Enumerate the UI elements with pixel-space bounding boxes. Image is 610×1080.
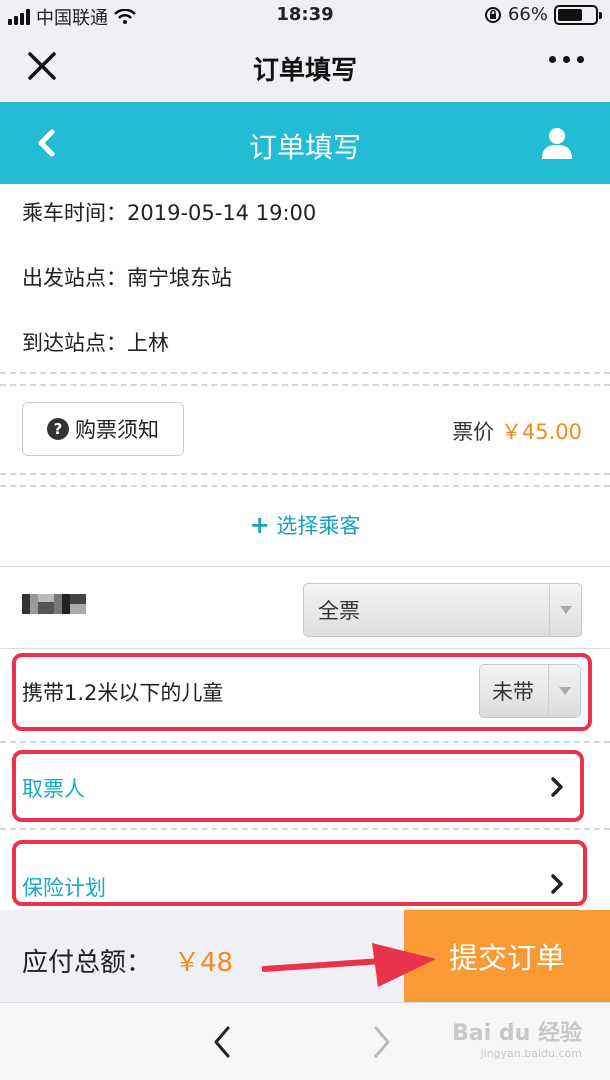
- watermark-logo: Bai du 经验 jingyan.baidu.com: [452, 1015, 582, 1060]
- departure-time: 乘车时间：2019-05-14 19:00: [22, 201, 317, 225]
- app-header: 订单填写: [0, 102, 610, 184]
- chevron-down-icon: [548, 665, 580, 717]
- select-passenger-link[interactable]: + 选择乘客: [0, 510, 610, 540]
- watermark-brand: Bai du 经验: [452, 1021, 582, 1046]
- total-amount: ￥48: [174, 948, 234, 978]
- watermark-site: jingyan.baidu.com: [480, 1047, 582, 1060]
- page-title: 订单填写: [248, 131, 361, 164]
- purchase-notice-button[interactable]: ? 购票须知: [22, 402, 184, 456]
- child-select[interactable]: 未带: [479, 664, 581, 718]
- ticket-type-value: 全票: [318, 599, 360, 623]
- battery-percent: 66%: [507, 4, 548, 25]
- divider: [0, 566, 610, 567]
- chevron-down-icon: [549, 584, 581, 636]
- total-label: 应付总额：: [22, 948, 153, 978]
- annotation-arrow-icon: [262, 943, 436, 987]
- ticket-price-label: 票价: [452, 420, 495, 444]
- browser-toolbar: Bai du 经验 jingyan.baidu.com: [0, 1002, 610, 1080]
- select-passenger-label: 选择乘客: [276, 514, 361, 538]
- highlight-box: [12, 750, 584, 822]
- orientation-lock-icon: [484, 6, 501, 23]
- child-select-value: 未带: [492, 680, 534, 704]
- child-label: 携带1.2米以下的儿童: [22, 681, 224, 705]
- divider: [0, 648, 610, 649]
- wechat-title: 订单填写: [252, 56, 357, 86]
- question-icon: ?: [47, 418, 69, 440]
- more-icon[interactable]: [549, 56, 584, 63]
- divider: [0, 473, 610, 475]
- status-right: 66%: [484, 4, 602, 25]
- battery-fill: [558, 8, 582, 21]
- ticket-price: 票价 ￥45.00: [452, 416, 582, 446]
- masked-passenger-name: [22, 594, 86, 614]
- divider: [0, 384, 610, 386]
- forward-arrow-icon[interactable]: [372, 1025, 392, 1059]
- departure-station: 出发站点：南宁埌东站: [22, 266, 232, 290]
- ticket-price-value: ￥45.00: [500, 420, 582, 444]
- purchase-notice-label: 购票须知: [75, 418, 159, 442]
- divider: [0, 485, 610, 487]
- ticket-collector-row[interactable]: 取票人: [22, 773, 85, 803]
- insurance-plan-row[interactable]: 保险计划: [22, 872, 106, 902]
- chevron-right-icon[interactable]: [549, 873, 565, 895]
- ticket-type-select[interactable]: 全票: [303, 583, 582, 637]
- divider: [0, 741, 610, 743]
- divider: [0, 372, 610, 374]
- user-icon[interactable]: [540, 126, 574, 160]
- arrival-station: 到达站点：上林: [22, 331, 169, 355]
- battery-icon: [554, 4, 602, 25]
- wechat-nav-bar: 订单填写: [0, 30, 610, 102]
- chevron-right-icon[interactable]: [549, 776, 565, 798]
- divider: [0, 828, 610, 830]
- plus-icon: +: [249, 511, 270, 539]
- back-arrow-icon[interactable]: [212, 1025, 232, 1059]
- status-bar: 中国联通 18:39 66%: [0, 0, 610, 30]
